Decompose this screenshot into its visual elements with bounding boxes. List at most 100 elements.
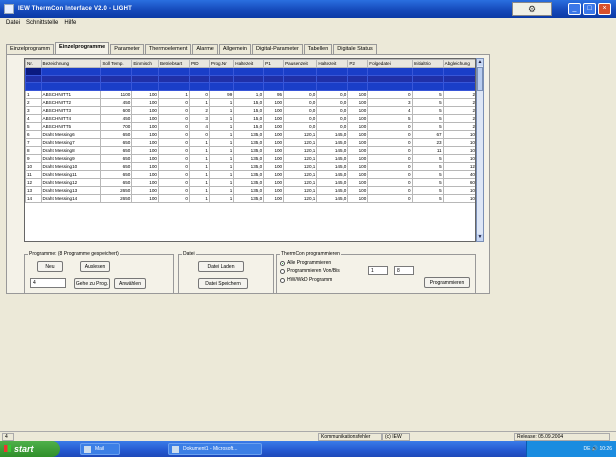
table-cell[interactable] <box>442 67 475 76</box>
table-cell[interactable]: 120,1 <box>283 193 318 203</box>
table-cell[interactable]: 1 <box>188 193 210 203</box>
table-cell[interactable]: ABSCHNITT5 <box>40 121 102 131</box>
table-cell[interactable]: 100 <box>131 105 159 115</box>
table-cell[interactable]: 135,0 <box>233 193 265 203</box>
table-cell[interactable]: 120,1 <box>283 145 318 155</box>
table-cell[interactable]: 700 <box>100 121 133 131</box>
table-cell[interactable]: 1 <box>25 89 42 99</box>
table-cell[interactable] <box>131 74 159 84</box>
table-cell[interactable]: 600 <box>100 105 133 115</box>
table-cell[interactable]: 40 <box>442 169 475 179</box>
table-cell[interactable]: 0 <box>367 169 413 179</box>
save-file-button[interactable]: Datei Speichern <box>198 278 248 289</box>
table-cell[interactable]: 100 <box>347 137 369 147</box>
table-cell[interactable]: 0 <box>188 89 210 99</box>
table-cell[interactable]: 0,0 <box>283 121 318 131</box>
table-cell[interactable]: 1 <box>208 161 235 171</box>
table-cell[interactable] <box>131 82 159 91</box>
table-cell[interactable] <box>367 82 413 91</box>
table-cell[interactable] <box>157 74 190 84</box>
table-cell[interactable]: 120,1 <box>283 177 318 187</box>
table-cell[interactable]: 135,0 <box>233 169 265 179</box>
table-cell[interactable]: 100 <box>131 121 159 131</box>
table-row[interactable]: 4 ABSCHNITT4 450 100 0 3 1 15,0 100 0,0 0,0 100 5 5 2 <box>25 113 475 123</box>
table-cell[interactable]: 1 <box>208 121 235 131</box>
table-cell[interactable]: 14 <box>25 193 42 203</box>
tab-parameter[interactable]: Parameter <box>110 44 144 54</box>
table-cell[interactable]: 100 <box>347 193 369 203</box>
table-cell[interactable]: 100 <box>347 97 369 107</box>
table-cell[interactable]: 5 <box>411 113 444 123</box>
table-cell[interactable] <box>263 82 285 91</box>
table-cell[interactable] <box>347 82 369 91</box>
table-cell[interactable]: 1 <box>188 177 210 187</box>
table-cell[interactable]: 15,0 <box>233 121 265 131</box>
table-cell[interactable]: 100 <box>263 177 285 187</box>
table-cell[interactable] <box>100 74 133 84</box>
table-cell[interactable]: 2 <box>188 105 210 115</box>
table-cell[interactable]: 0 <box>157 193 190 203</box>
table-cell[interactable] <box>442 74 475 84</box>
column-header[interactable]: Nr. <box>25 59 42 68</box>
table-cell[interactable]: 100 <box>347 89 369 99</box>
table-cell[interactable]: 5 <box>411 193 444 203</box>
table-cell[interactable]: 145,0 <box>316 193 349 203</box>
table-cell[interactable]: 5 <box>411 89 444 99</box>
table-cell[interactable]: 0 <box>367 153 413 163</box>
table-cell[interactable]: 100 <box>131 113 159 123</box>
table-cell[interactable]: 100 <box>131 161 159 171</box>
table-cell[interactable]: 5 <box>411 121 444 131</box>
table-cell[interactable]: 650 <box>100 137 133 147</box>
menu-hilfe[interactable]: Hilfe <box>64 20 76 26</box>
table-cell[interactable]: 1 <box>208 105 235 115</box>
table-cell[interactable]: 145,0 <box>316 137 349 147</box>
table-cell[interactable]: 135,0 <box>233 129 265 139</box>
new-button[interactable]: Neu <box>37 261 63 272</box>
table-cell[interactable]: 135,0 <box>233 177 265 187</box>
table-cell[interactable]: 120,1 <box>283 185 318 195</box>
table-cell[interactable] <box>316 67 349 76</box>
column-header[interactable]: P2 <box>347 59 369 68</box>
column-header[interactable]: Haltezeit <box>233 59 265 68</box>
column-header[interactable]: Bezeichnung <box>40 59 102 68</box>
table-cell[interactable]: 0 <box>157 137 190 147</box>
table-row[interactable]: 5 ABSCHNITT5 700 100 0 4 1 15,0 100 0,0 0,0 100 0 5 2 <box>25 121 475 131</box>
table-cell[interactable]: ABSCHNITT1 <box>40 89 102 99</box>
table-cell[interactable]: 100 <box>347 129 369 139</box>
table-cell[interactable]: 10 <box>25 161 42 171</box>
table-row[interactable]: 13 Draht Messing13 2650 100 0 1 1 135,0 100 120,1… <box>25 185 475 195</box>
table-cell[interactable] <box>25 82 42 91</box>
tab-thermoelement[interactable]: Thermoelement <box>144 44 192 54</box>
table-cell[interactable]: 0 <box>188 129 210 139</box>
grid-scrollbar[interactable]: ▲ ▼ <box>476 58 484 242</box>
table-cell[interactable]: 100 <box>131 153 159 163</box>
table-cell[interactable]: Draht Messing13 <box>40 185 102 195</box>
table-cell[interactable]: 99 <box>208 89 235 99</box>
column-header[interactable]: Initialtrio <box>411 59 444 68</box>
table-row[interactable]: 3 ABSCHNITT3 600 100 0 2 1 15,0 100 0,0 0,0 100 4 5 2 <box>25 105 475 115</box>
table-cell[interactable]: 23 <box>411 137 444 147</box>
table-cell[interactable]: 0,0 <box>283 89 318 99</box>
table-cell[interactable]: 1 <box>208 177 235 187</box>
table-cell[interactable]: 1 <box>208 145 235 155</box>
table-cell[interactable]: 3 <box>367 97 413 107</box>
read-button[interactable]: Auslesen <box>80 261 110 272</box>
table-cell[interactable]: 12 <box>25 177 42 187</box>
table-cell[interactable]: Draht Messing8 <box>40 145 102 155</box>
table-cell[interactable]: 1 <box>208 153 235 163</box>
table-cell[interactable] <box>157 82 190 91</box>
table-row[interactable]: 7 Draht Messing7 650 100 0 1 1 135,0 100 120,1 145… <box>25 137 475 147</box>
table-cell[interactable]: 135,0 <box>233 161 265 171</box>
table-cell[interactable]: 15,0 <box>233 113 265 123</box>
table-cell[interactable]: 0 <box>367 129 413 139</box>
table-cell[interactable] <box>283 74 318 84</box>
table-cell[interactable]: 1 <box>208 113 235 123</box>
table-cell[interactable]: 0 <box>157 185 190 195</box>
table-cell[interactable]: 0,0 <box>316 97 349 107</box>
table-cell[interactable]: 145,0 <box>316 169 349 179</box>
table-cell[interactable]: 145,0 <box>316 129 349 139</box>
table-cell[interactable] <box>40 74 102 84</box>
range-from-input[interactable]: 1 <box>368 266 388 275</box>
table-cell[interactable]: 100 <box>347 105 369 115</box>
table-cell[interactable]: 100 <box>263 193 285 203</box>
